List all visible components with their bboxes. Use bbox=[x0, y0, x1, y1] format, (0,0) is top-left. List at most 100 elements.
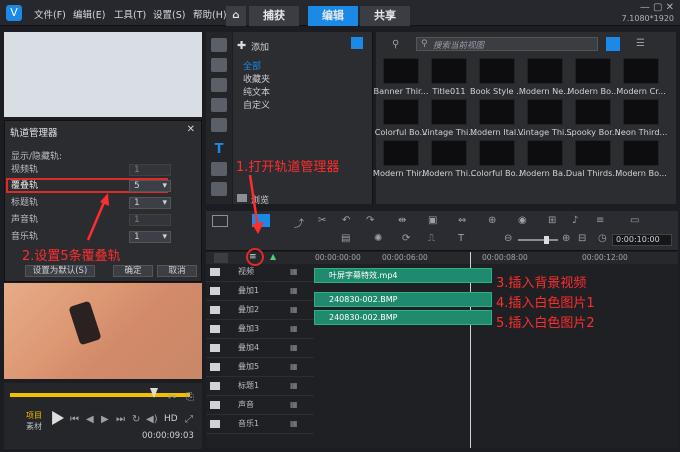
menu-edit[interactable]: 编辑(E) bbox=[73, 7, 105, 21]
title-template-thumb[interactable]: Modern Thi... bbox=[422, 140, 476, 180]
redo-icon[interactable]: ↷ bbox=[366, 215, 374, 226]
instant-project-icon[interactable] bbox=[211, 118, 227, 132]
title-template-thumb[interactable]: Colorful Bo... bbox=[471, 140, 523, 180]
volume-icon[interactable]: ◀) bbox=[146, 414, 158, 425]
project-label[interactable]: 项目 bbox=[26, 410, 42, 421]
track-type-icon[interactable] bbox=[210, 401, 220, 409]
track-type-icon[interactable] bbox=[210, 325, 220, 333]
browse-label[interactable]: 浏览 bbox=[251, 193, 269, 206]
cancel-button[interactable]: 取消 bbox=[157, 265, 197, 277]
track-manager-icon[interactable]: ≡ bbox=[249, 252, 257, 262]
music-track-count-select[interactable]: 1 ▾ bbox=[129, 231, 171, 243]
transition-icon[interactable] bbox=[211, 98, 227, 112]
step-back-icon[interactable]: ◀ bbox=[86, 414, 94, 425]
track-type-icon[interactable] bbox=[210, 363, 220, 371]
scrubber-bar[interactable] bbox=[10, 393, 190, 397]
track-visibility-icon[interactable]: ▦ bbox=[290, 419, 298, 428]
track-header[interactable]: 音乐1 ▦ bbox=[206, 417, 314, 434]
track-type-icon[interactable] bbox=[210, 268, 220, 276]
timeline-view-icon[interactable] bbox=[252, 214, 270, 227]
add-icon[interactable]: ✚ bbox=[237, 39, 246, 52]
chapter-icon[interactable]: ▲ bbox=[270, 252, 276, 261]
skip-end-icon[interactable]: ⏭ bbox=[116, 414, 125, 425]
audio-icon[interactable] bbox=[211, 78, 227, 92]
skip-start-icon[interactable]: ⏮ bbox=[70, 414, 79, 425]
title-template-thumb[interactable]: Modern Thir... bbox=[373, 140, 429, 180]
loop-icon[interactable]: ⟳ bbox=[402, 233, 410, 244]
show-all-tracks-icon[interactable] bbox=[214, 253, 228, 263]
tab-capture[interactable]: 捕获 bbox=[249, 6, 299, 26]
track-header[interactable]: 叠加4 ▦ bbox=[206, 341, 314, 358]
graphics-icon[interactable] bbox=[211, 162, 227, 176]
track-type-icon[interactable] bbox=[210, 306, 220, 314]
record-icon[interactable]: ▤ bbox=[341, 233, 350, 244]
clip-label[interactable]: 素材 bbox=[26, 421, 42, 432]
track-type-icon[interactable] bbox=[210, 420, 220, 428]
title-template-thumb[interactable]: Modern Ne... bbox=[519, 58, 571, 98]
title-track-count-select[interactable]: 1 ▾ bbox=[129, 197, 171, 209]
timeline-timecode[interactable]: 0:00:10:00 bbox=[612, 234, 672, 246]
play-icon[interactable] bbox=[52, 411, 64, 425]
track-visibility-icon[interactable]: ▦ bbox=[290, 362, 298, 371]
tab-edit[interactable]: 编辑 bbox=[308, 6, 358, 26]
track-type-icon[interactable] bbox=[210, 344, 220, 352]
track-header[interactable]: 声音 ▦ bbox=[206, 398, 314, 415]
caption-icon[interactable]: ▭ bbox=[630, 215, 639, 226]
menu-tools[interactable]: 工具(T) bbox=[114, 7, 146, 21]
tools-icon[interactable]: ✂ bbox=[318, 215, 326, 226]
track-header[interactable]: 标题1 ▦ bbox=[206, 379, 314, 396]
category-favorites[interactable]: 收藏夹 bbox=[243, 72, 270, 85]
repeat-icon[interactable]: ↻ bbox=[132, 414, 140, 425]
overlay-clip-1[interactable]: 240830-002.BMP bbox=[314, 292, 492, 307]
sound-mix-icon[interactable]: ♪ bbox=[572, 215, 578, 226]
trim-icon[interactable]: ⇹ bbox=[398, 215, 406, 226]
track-visibility-icon[interactable]: ▦ bbox=[290, 267, 298, 276]
category-custom[interactable]: 自定义 bbox=[243, 98, 270, 111]
title-template-thumb[interactable]: Spooky Bor... bbox=[566, 99, 620, 139]
filter-icon[interactable] bbox=[211, 182, 227, 196]
color-icon[interactable]: ◉ bbox=[518, 215, 527, 226]
mask-icon[interactable]: ▣ bbox=[428, 215, 437, 226]
track-visibility-icon[interactable]: ▦ bbox=[290, 343, 298, 352]
category-all[interactable]: 全部 bbox=[243, 59, 261, 72]
view-mode-icon[interactable] bbox=[606, 37, 620, 51]
import-icon[interactable]: ⤴ bbox=[294, 215, 304, 230]
motion-icon[interactable]: ⇔ bbox=[458, 215, 466, 226]
menu-file[interactable]: 文件(F) bbox=[34, 7, 66, 21]
media-icon[interactable] bbox=[211, 38, 227, 52]
overlay-track-count-select[interactable]: 5 ▾ bbox=[129, 180, 171, 192]
zoom-slider-handle[interactable] bbox=[544, 236, 549, 244]
pan-icon[interactable]: ⊕ bbox=[488, 215, 496, 226]
title-template-thumb[interactable]: Modern Cr... bbox=[616, 58, 666, 98]
mark-icon[interactable]: ⎘ bbox=[186, 392, 194, 403]
close-icon[interactable]: ✕ bbox=[187, 124, 195, 135]
track-visibility-icon[interactable]: ▦ bbox=[290, 286, 298, 295]
title-template-thumb[interactable]: Title011 bbox=[425, 58, 473, 98]
view-options-icon[interactable]: ☰ bbox=[636, 38, 645, 49]
title-template-thumb[interactable]: Colorful Bo... bbox=[375, 99, 427, 139]
zoom-in-icon[interactable]: ⊕ bbox=[562, 233, 570, 244]
video-clip[interactable]: 叶屏字幕特效.mp4 bbox=[314, 268, 492, 283]
storyboard-view-icon[interactable] bbox=[212, 215, 228, 227]
zoom-slider[interactable] bbox=[518, 239, 558, 241]
track-header[interactable]: 叠加1 ▦ bbox=[206, 284, 314, 301]
track-header[interactable]: 视频 ▦ bbox=[206, 265, 314, 282]
overlay-clip-2[interactable]: 240830-002.BMP bbox=[314, 310, 492, 325]
title-template-thumb[interactable]: Modern Bo... bbox=[567, 58, 619, 98]
pin-icon[interactable] bbox=[351, 37, 363, 49]
zoom-out-icon[interactable]: ⊖ bbox=[504, 233, 512, 244]
text-track-icon[interactable]: T bbox=[458, 233, 464, 244]
step-forward-icon[interactable]: ▶ bbox=[101, 414, 109, 425]
track-type-icon[interactable] bbox=[210, 287, 220, 295]
track-header[interactable]: 叠加2 ▦ bbox=[206, 303, 314, 320]
track-visibility-icon[interactable]: ▦ bbox=[290, 381, 298, 390]
title-template-thumb[interactable]: Modern Ba... bbox=[519, 140, 571, 180]
track-visibility-icon[interactable]: ▦ bbox=[290, 305, 298, 314]
fit-icon[interactable]: ⊟ bbox=[578, 233, 586, 244]
subtitle-icon[interactable]: ≡ bbox=[596, 215, 604, 226]
filter-funnel-icon[interactable]: ⚲ bbox=[392, 39, 399, 50]
window-controls[interactable]: — ▢ ✕ bbox=[640, 2, 674, 13]
search-input[interactable]: ⚲ 搜索当前视图 bbox=[416, 37, 598, 51]
menu-help[interactable]: 帮助(H) bbox=[193, 7, 227, 21]
title-template-thumb[interactable]: Dual Thirds... bbox=[566, 140, 620, 180]
